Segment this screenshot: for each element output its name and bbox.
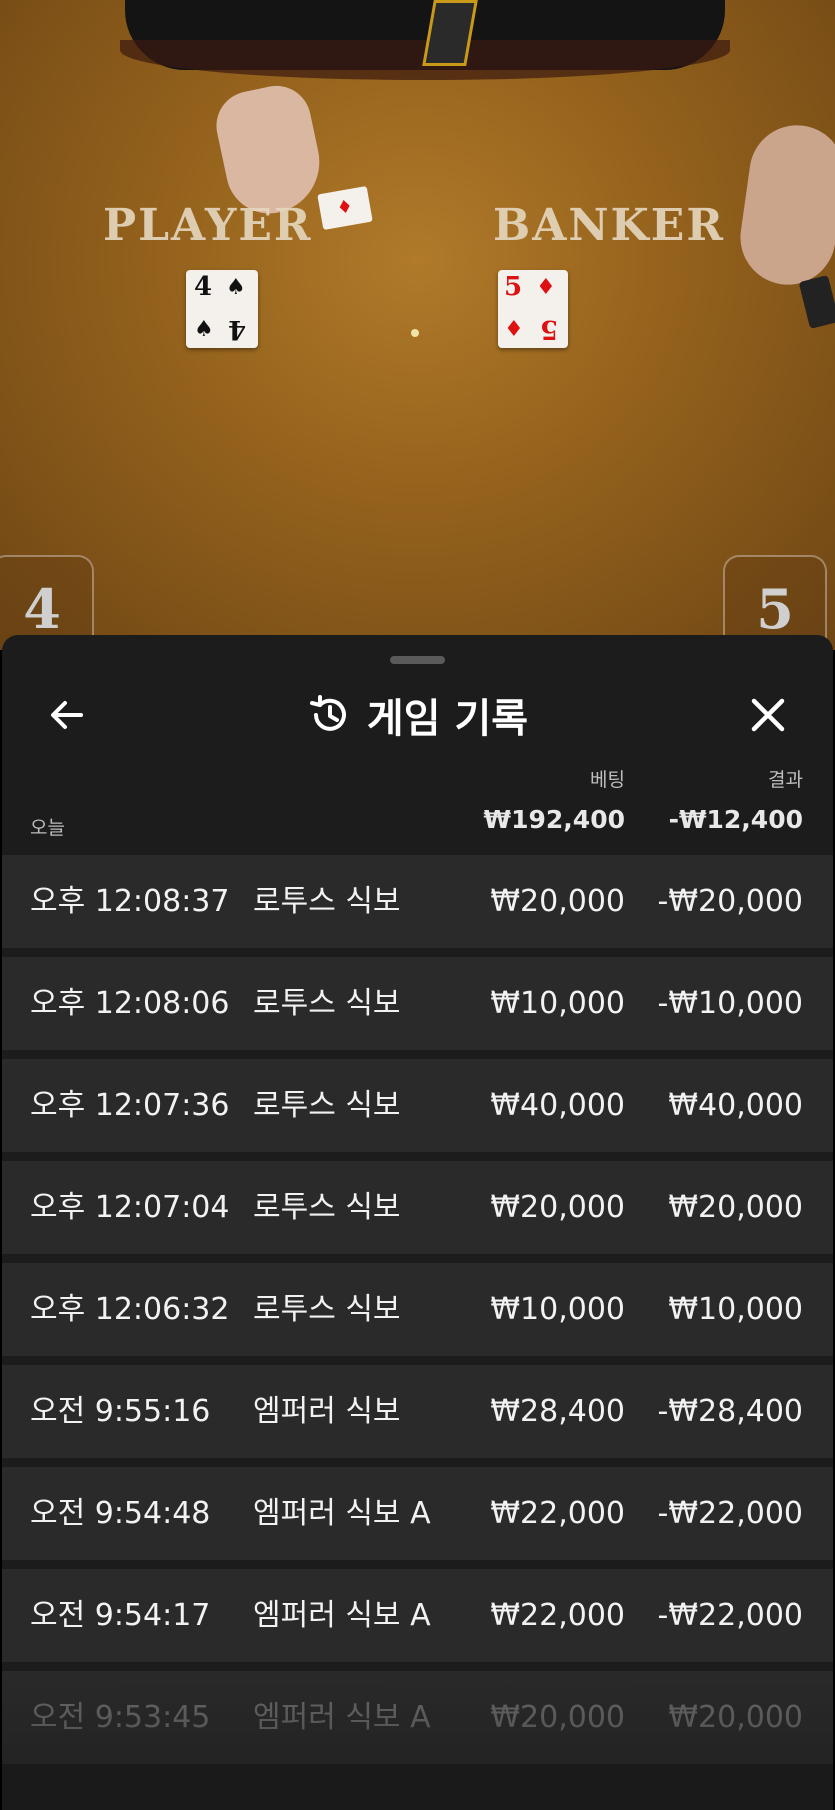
row-time: 오전 9:53:45 bbox=[30, 1700, 211, 1735]
row-game: 엠퍼러 식보 A bbox=[253, 1598, 431, 1633]
row-game: 엠퍼러 식보 A bbox=[253, 1496, 431, 1531]
history-row[interactable]: 오후 12:08:37 로투스 식보 ₩20,000 -₩20,000 bbox=[2, 855, 833, 948]
row-time: 오후 12:07:36 bbox=[30, 1088, 230, 1123]
player-card-rank-bottom: 4 bbox=[228, 314, 247, 344]
row-bet: ₩20,000 bbox=[490, 884, 625, 919]
banker-card-suit: ♦ bbox=[536, 274, 556, 300]
sheet-header: 게임 기록 bbox=[2, 683, 833, 747]
history-row[interactable]: 오전 9:53:45 엠퍼러 식보 A ₩20,000 ₩20,000 bbox=[2, 1671, 833, 1764]
player-score: 4 bbox=[23, 577, 61, 641]
row-time: 오전 9:54:48 bbox=[30, 1496, 211, 1531]
row-bet: ₩22,000 bbox=[490, 1598, 625, 1633]
total-result: -₩12,400 bbox=[668, 805, 803, 834]
game-history-sheet: 게임 기록 베팅 결과 오늘 ₩192,400 -₩12,400 오후 12:0… bbox=[2, 635, 833, 1810]
row-time: 오전 9:55:16 bbox=[30, 1394, 211, 1429]
history-list: 오후 12:08:37 로투스 식보 ₩20,000 -₩20,000 오후 1… bbox=[2, 855, 833, 1773]
history-clock-icon bbox=[309, 695, 346, 731]
row-bet: ₩22,000 bbox=[490, 1496, 625, 1531]
row-game: 로투스 식보 bbox=[253, 1088, 401, 1123]
banker-score: 5 bbox=[756, 577, 794, 641]
history-row[interactable]: 오후 12:08:06 로투스 식보 ₩10,000 -₩10,000 bbox=[2, 957, 833, 1050]
row-game: 로투스 식보 bbox=[253, 1292, 401, 1327]
banker-card: 5 ♦ ♦ 5 bbox=[498, 270, 568, 348]
row-result: -₩22,000 bbox=[657, 1496, 803, 1531]
row-result: ₩20,000 bbox=[668, 1700, 803, 1735]
row-bet: ₩10,000 bbox=[490, 986, 625, 1021]
history-row[interactable]: 오전 9:54:17 엠퍼러 식보 A ₩22,000 -₩22,000 bbox=[2, 1569, 833, 1662]
date-group-label: 오늘 bbox=[30, 817, 65, 839]
player-card: 4 ♠ ♠ 4 bbox=[186, 270, 258, 348]
history-row[interactable]: 오후 12:07:04 로투스 식보 ₩20,000 ₩20,000 bbox=[2, 1161, 833, 1254]
history-row[interactable]: 오후 12:06:32 로투스 식보 ₩10,000 ₩10,000 bbox=[2, 1263, 833, 1356]
row-bet: ₩28,400 bbox=[490, 1394, 625, 1429]
row-bet: ₩10,000 bbox=[490, 1292, 625, 1327]
table-marker bbox=[411, 329, 419, 337]
dealer-right-hand bbox=[734, 119, 835, 291]
close-button[interactable] bbox=[738, 685, 798, 745]
column-header-bet: 베팅 bbox=[590, 769, 625, 791]
drag-handle[interactable] bbox=[390, 656, 445, 664]
row-bet: ₩20,000 bbox=[490, 1190, 625, 1225]
row-bet: ₩20,000 bbox=[490, 1700, 625, 1735]
player-card-rank: 4 bbox=[194, 272, 213, 302]
row-bet: ₩40,000 bbox=[490, 1088, 625, 1123]
row-game: 로투스 식보 bbox=[253, 986, 401, 1021]
row-time: 오후 12:06:32 bbox=[30, 1292, 230, 1327]
player-card-suit: ♠ bbox=[226, 274, 246, 300]
row-result: ₩10,000 bbox=[668, 1292, 803, 1327]
total-bet: ₩192,400 bbox=[483, 805, 625, 834]
row-time: 오후 12:07:04 bbox=[30, 1190, 230, 1225]
row-game: 엠퍼러 식보 A bbox=[253, 1700, 431, 1735]
row-result: -₩28,400 bbox=[657, 1394, 803, 1429]
live-game-video: PLAYER BANKER ♦ 4 ♠ ♠ 4 5 ♦ ♦ 5 4 5 bbox=[0, 0, 835, 650]
history-row[interactable]: 오전 9:55:16 엠퍼러 식보 ₩28,400 -₩28,400 bbox=[2, 1365, 833, 1458]
banker-card-suit-bottom: ♦ bbox=[504, 316, 524, 342]
page-title: 게임 기록 bbox=[366, 696, 529, 742]
row-result: ₩40,000 bbox=[668, 1088, 803, 1123]
player-card-suit-bottom: ♠ bbox=[194, 316, 214, 342]
row-time: 오후 12:08:37 bbox=[30, 884, 230, 919]
banker-card-rank: 5 bbox=[504, 272, 523, 302]
row-time: 오전 9:54:17 bbox=[30, 1598, 211, 1633]
close-icon bbox=[751, 698, 785, 732]
column-header-result: 결과 bbox=[768, 769, 803, 791]
row-result: ₩20,000 bbox=[668, 1190, 803, 1225]
history-row[interactable]: 오전 9:54:48 엠퍼러 식보 A ₩22,000 -₩22,000 bbox=[2, 1467, 833, 1560]
banker-card-rank-bottom: 5 bbox=[540, 314, 559, 344]
row-result: -₩20,000 bbox=[657, 884, 803, 919]
row-time: 오후 12:08:06 bbox=[30, 986, 230, 1021]
card-in-hand: ♦ bbox=[317, 185, 373, 231]
row-game: 엠퍼러 식보 bbox=[253, 1394, 401, 1429]
banker-label: BANKER bbox=[493, 200, 725, 251]
row-result: -₩22,000 bbox=[657, 1598, 803, 1633]
card-shoe bbox=[798, 275, 835, 329]
row-game: 로투스 식보 bbox=[253, 884, 401, 919]
history-row[interactable]: 오후 12:07:36 로투스 식보 ₩40,000 ₩40,000 bbox=[2, 1059, 833, 1152]
row-result: -₩10,000 bbox=[657, 986, 803, 1021]
player-label: PLAYER bbox=[103, 200, 313, 251]
row-game: 로투스 식보 bbox=[253, 1190, 401, 1225]
